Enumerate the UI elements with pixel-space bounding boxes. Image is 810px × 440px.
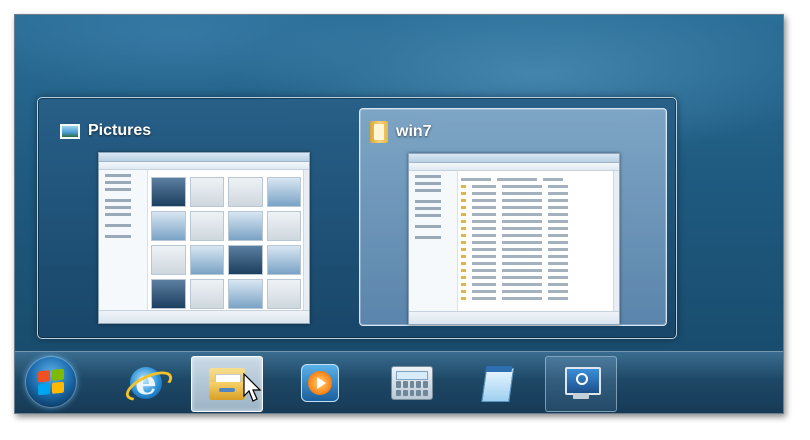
remote-desktop-icon	[561, 365, 601, 403]
internet-explorer-icon	[121, 363, 177, 407]
taskbar	[15, 351, 783, 413]
preview-file-list	[461, 174, 611, 310]
calculator-icon	[391, 366, 433, 400]
taskbar-item-notepad[interactable]	[461, 356, 531, 410]
window-preview-win7	[408, 153, 620, 325]
notepad-icon	[477, 364, 515, 402]
preview-navigation-pane	[409, 171, 458, 312]
preview-titlebar	[409, 154, 619, 163]
preview-toolbar	[99, 162, 309, 170]
taskbar-item-internet-explorer[interactable]	[111, 356, 181, 410]
thumbnail-title-text: Pictures	[88, 122, 152, 139]
preview-titlebar	[99, 153, 309, 162]
folder-icon	[370, 121, 388, 143]
window-preview-pictures	[98, 152, 310, 324]
taskbar-item-calculator[interactable]	[377, 356, 447, 410]
preview-scrollbar	[613, 171, 619, 312]
thumbnail-title-text: win7	[396, 123, 432, 140]
taskbar-thumbnail-flyout: Pictures win7	[37, 97, 677, 339]
preview-toolbar	[409, 163, 619, 171]
screenshot-frame: Pictures win7 e	[14, 14, 784, 414]
thumbnail-card-pictures[interactable]: Pictures	[50, 108, 356, 324]
preview-navigation-pane	[99, 170, 148, 311]
thumbnail-title: Pictures	[60, 120, 151, 142]
preview-status-bar	[409, 311, 619, 324]
pictures-library-icon	[60, 123, 80, 139]
thumbnail-title: win7	[370, 121, 432, 143]
windows-orb-icon	[38, 368, 64, 396]
start-button[interactable]	[25, 356, 77, 408]
windows-explorer-icon	[207, 366, 247, 402]
media-player-icon	[301, 364, 339, 402]
taskbar-item-remote-desktop[interactable]	[545, 356, 617, 412]
preview-status-bar	[99, 310, 309, 323]
preview-scrollbar	[303, 170, 309, 311]
thumbnail-card-win7[interactable]: win7	[359, 108, 667, 326]
taskbar-item-media-player[interactable]	[285, 356, 355, 410]
preview-thumbnail-grid	[151, 177, 301, 309]
